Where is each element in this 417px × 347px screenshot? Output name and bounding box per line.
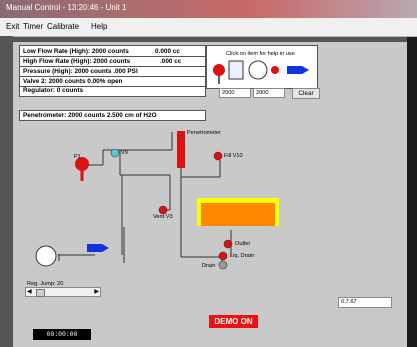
- p1-valve-icon[interactable]: [75, 157, 89, 181]
- pump-icon[interactable]: [35, 245, 57, 267]
- scroll-right-icon[interactable]: ▶: [94, 288, 99, 295]
- fill-v10-valve-icon[interactable]: [213, 151, 223, 161]
- liq-drain-label: Liq. Drain: [230, 253, 254, 259]
- liq-drain-valve-icon[interactable]: [218, 251, 228, 261]
- v9-label: V9: [121, 150, 128, 156]
- drain-label: Drain: [202, 263, 216, 269]
- demo-indicator: DEMO ON: [209, 315, 258, 328]
- fill-v10-label: Fill V10: [224, 153, 243, 159]
- v9-valve-icon[interactable]: [110, 148, 120, 158]
- outlet-label: Outlet: [235, 241, 250, 247]
- reg-jump-scrollbar[interactable]: ◀ ▶: [25, 287, 101, 297]
- drain-valve-icon[interactable]: [218, 260, 228, 270]
- vent-v3-valve-icon[interactable]: [158, 205, 168, 215]
- penetrometer-label: Penetrometer: [187, 130, 221, 136]
- outlet-valve-icon[interactable]: [223, 239, 233, 249]
- penetrometer-icon[interactable]: [177, 131, 185, 168]
- readout-field: 0.7.67: [338, 297, 392, 308]
- tank-icon[interactable]: [197, 198, 279, 226]
- vent-v3-label: Vent V3: [153, 214, 173, 220]
- flow-arrow-icon[interactable]: [87, 244, 109, 252]
- timer-display: 00:00:00: [33, 329, 91, 340]
- p1-label: P1: [74, 154, 81, 160]
- scroll-thumb[interactable]: [36, 289, 45, 297]
- scroll-left-icon[interactable]: ◀: [27, 288, 32, 295]
